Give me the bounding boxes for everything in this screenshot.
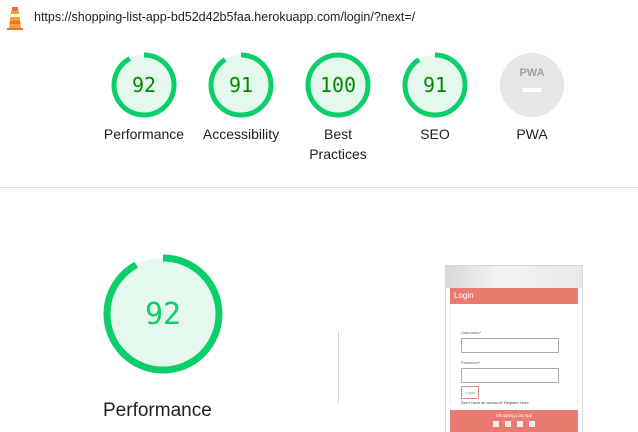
hero-image (446, 266, 582, 288)
gauge-best-practices[interactable]: 100 Best Practices (293, 52, 383, 164)
register-text: Don't have an account? Register Here (461, 400, 529, 405)
gauge-accessibility[interactable]: 91 Accessibility (196, 52, 286, 144)
pwa-badge-text: PWA (519, 67, 544, 79)
page-url[interactable]: https://shopping-list-app-bd52d42b5faa.h… (34, 10, 415, 24)
section-divider (0, 187, 638, 188)
login-form: Username* Password* Login Don't have an … (450, 304, 578, 405)
username-label: Username* (461, 330, 482, 335)
instagram-icon (517, 421, 523, 427)
gauge-label: SEO (420, 126, 450, 142)
gauge-score: 91 (229, 73, 253, 97)
footer-text: Shopping List App (495, 413, 533, 418)
app-footer: Shopping List App (450, 410, 578, 432)
login-header: Login (450, 288, 578, 304)
main-score: 92 (145, 297, 181, 332)
main-category-label: Performance (103, 400, 212, 421)
gauge-performance[interactable]: 92 Performance (99, 52, 189, 144)
twitter-icon (505, 421, 511, 427)
gauge-label: Best Practices (309, 126, 367, 162)
gauge-seo[interactable]: 91 SEO (390, 52, 480, 144)
gauge-score: 100 (320, 73, 356, 97)
gauge-label: Performance (103, 126, 185, 142)
username-input (461, 338, 559, 353)
facebook-icon (493, 421, 499, 427)
lighthouse-icon (7, 7, 23, 30)
login-button: Login (461, 386, 479, 399)
password-input (461, 368, 559, 383)
url-bar: https://shopping-list-app-bd52d42b5faa.h… (0, 0, 638, 36)
youtube-icon (529, 421, 535, 427)
password-label: Password* (461, 360, 481, 365)
final-screenshot-thumbnail[interactable]: Login Username* Password* Login Don't ha… (446, 266, 582, 432)
vertical-divider (338, 331, 339, 403)
gauge-label: Accessibility (202, 126, 280, 142)
gauge-pwa[interactable]: PWA PWA (487, 52, 577, 144)
gauge-score: 92 (132, 73, 156, 97)
pwa-dash-icon (522, 88, 542, 92)
main-performance-gauge: 92 (102, 253, 224, 380)
gauge-label: PWA (516, 126, 548, 142)
gauge-score: 91 (423, 73, 447, 97)
